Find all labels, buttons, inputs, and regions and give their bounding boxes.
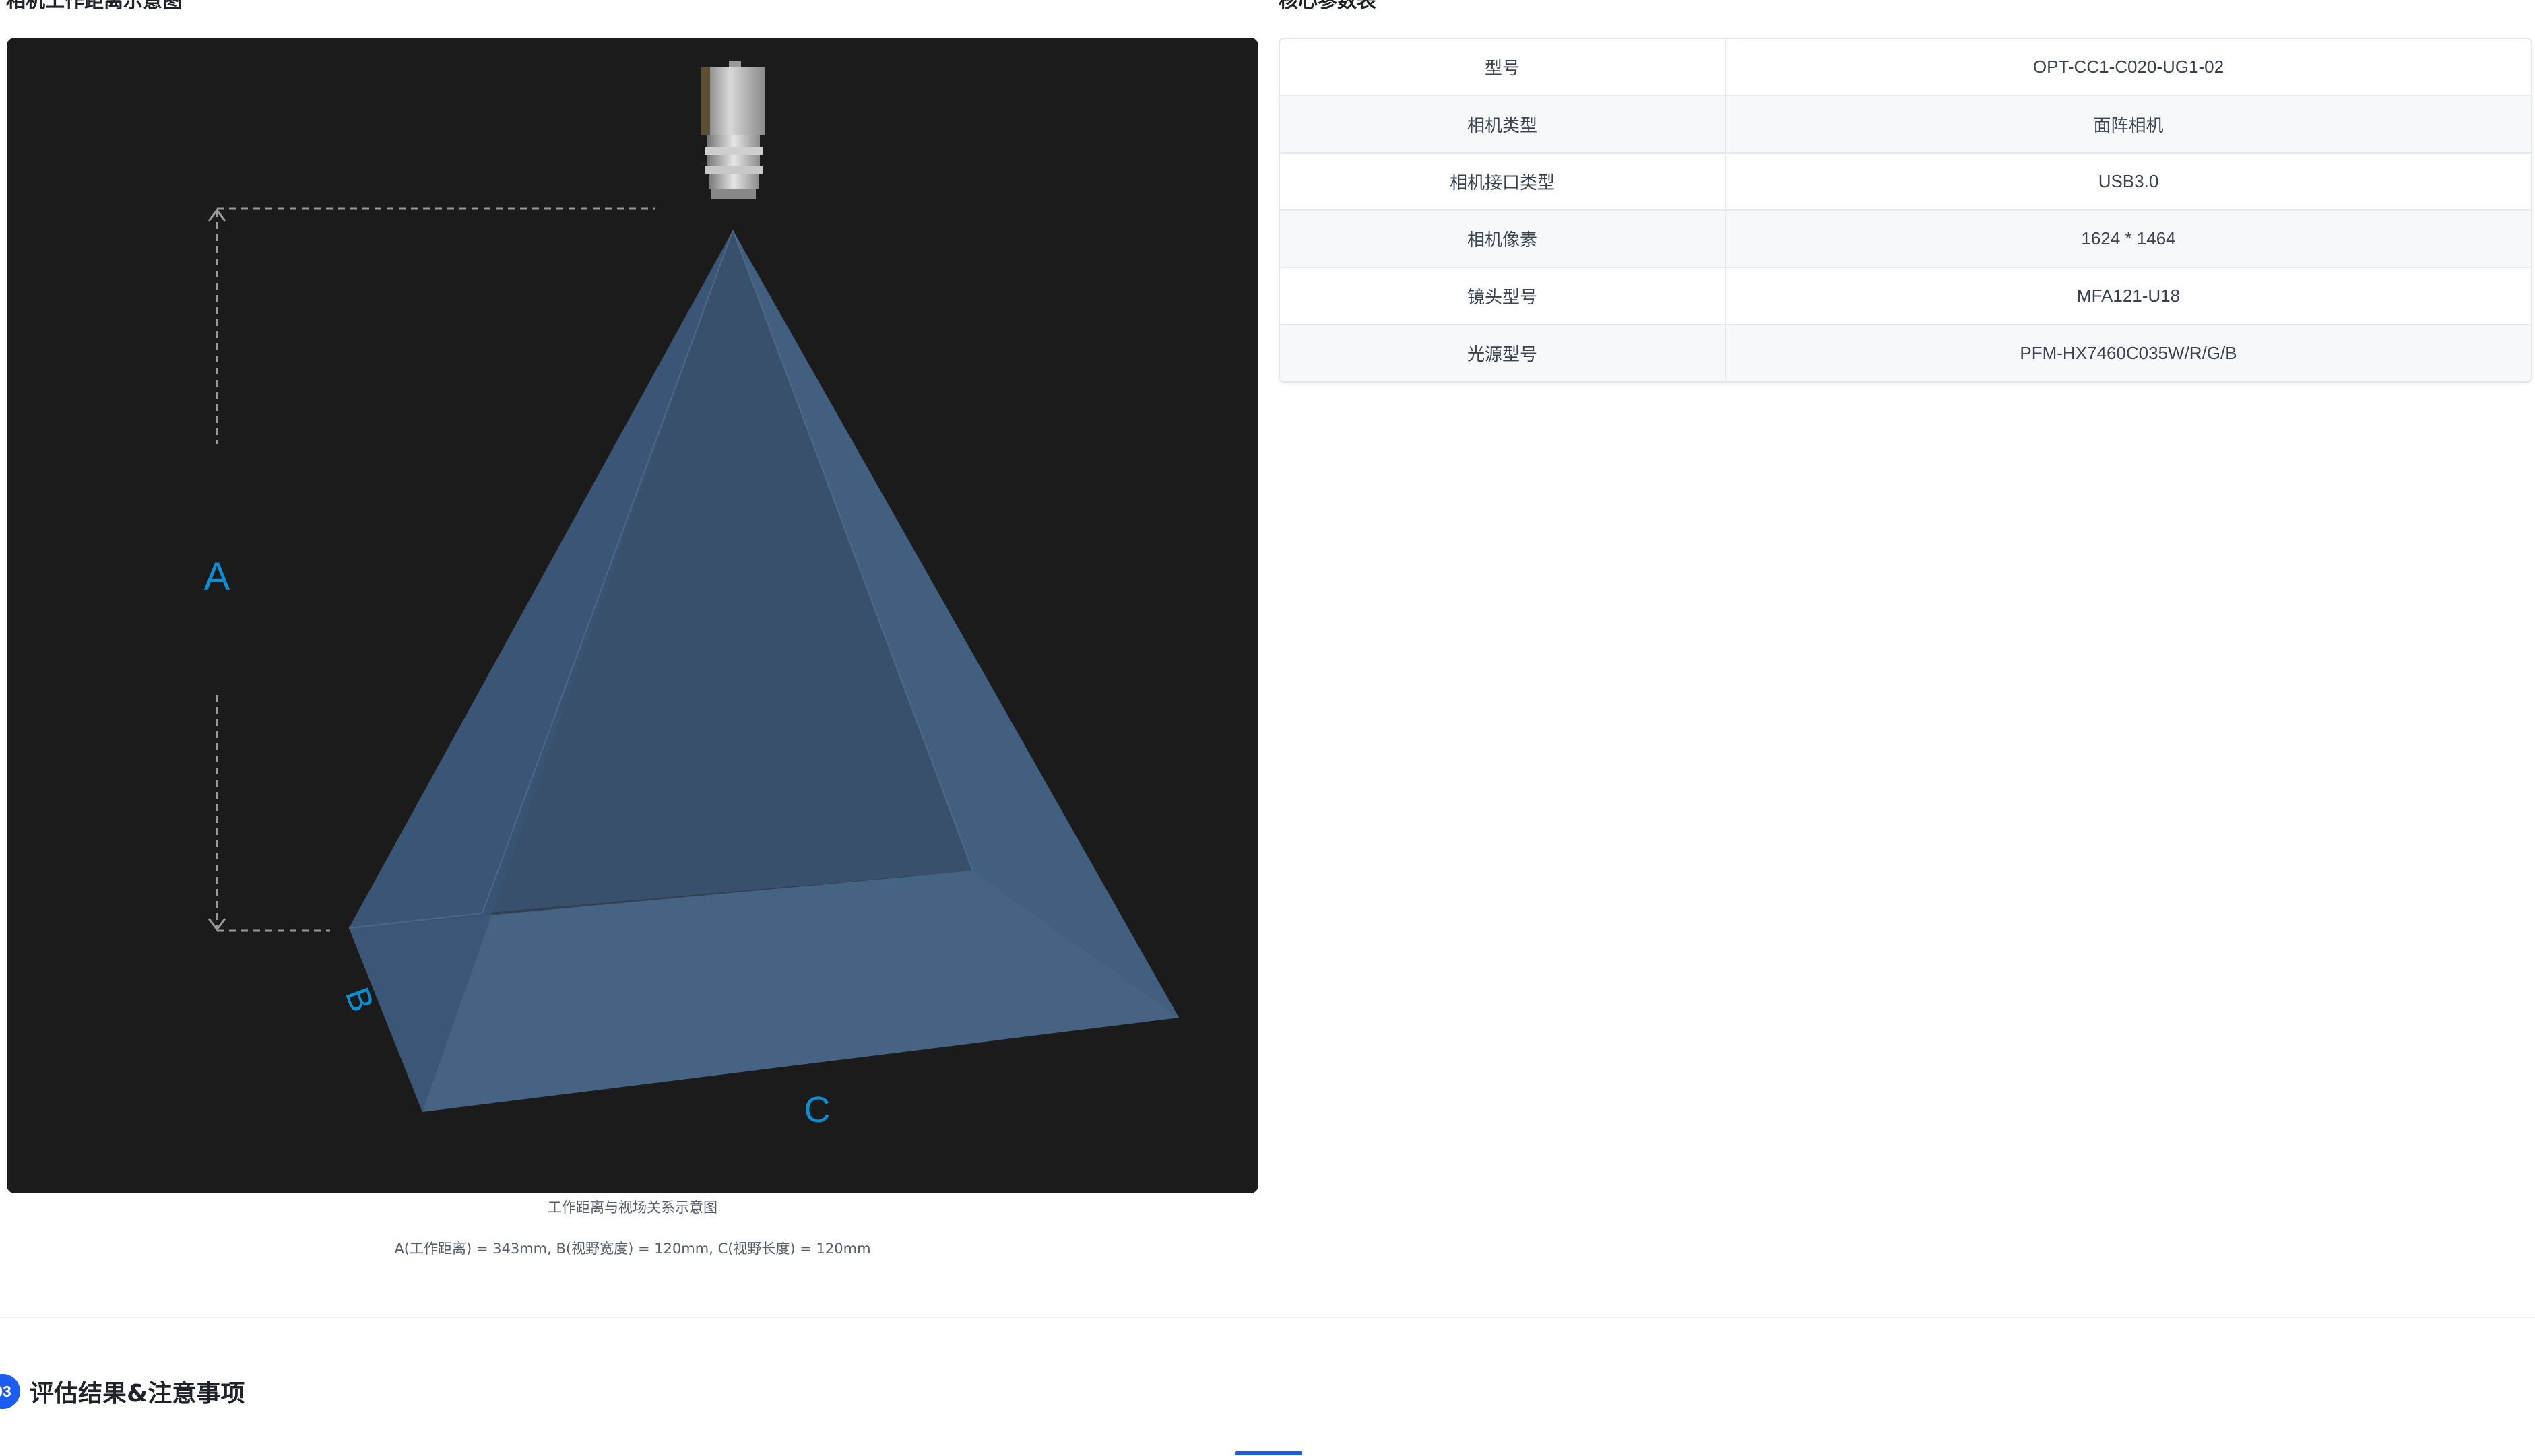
section-number-badge: 03 — [0, 1374, 20, 1409]
params-section-heading: 核心参数表 — [1279, 0, 1377, 12]
param-value: OPT-CC1-C020-UG1-02 — [2032, 57, 2224, 77]
label-c: C — [804, 1090, 831, 1130]
param-value: 面阵相机 — [2093, 115, 2164, 135]
param-label: 型号 — [1280, 39, 1726, 95]
diagram-svg: A B C — [204, 61, 1179, 1130]
field-of-view-pyramid — [348, 230, 1179, 1112]
section-divider — [0, 1317, 2535, 1318]
param-label: 相机类型 — [1280, 96, 1726, 152]
label-a: A — [204, 555, 230, 599]
table-row: 镜头型号 MFA121-U18 — [1280, 268, 2531, 325]
param-label: 光源型号 — [1280, 325, 1726, 381]
table-row: 光源型号 PFM-HX7460C035W/R/G/B — [1280, 325, 2531, 381]
param-value: 1624 * 1464 — [2081, 228, 2176, 249]
core-params-table: 型号 OPT-CC1-C020-UG1-02 相机类型 面阵相机 相机接口类型 … — [1279, 38, 2532, 383]
param-value: MFA121-U18 — [2076, 286, 2181, 306]
table-row: 型号 OPT-CC1-C020-UG1-02 — [1280, 39, 2531, 96]
param-label: 相机像素 — [1280, 211, 1726, 267]
diagram-section-heading: 相机工作距离示意图 — [6, 0, 183, 12]
section-03-title: 评估结果&注意事项 — [30, 1380, 245, 1408]
param-label: 相机接口类型 — [1280, 154, 1726, 209]
label-b: B — [338, 983, 381, 1017]
section-03-heading: 03 评估结果&注意事项 — [0, 1374, 245, 1409]
param-value: PFM-HX7460C035W/R/G/B — [2020, 343, 2237, 363]
param-value: USB3.0 — [2098, 171, 2159, 191]
diagram-caption-title: 工作距离与视场关系示意图 — [548, 1199, 717, 1216]
camera-icon — [701, 61, 765, 199]
working-distance-diagram: A B C — [7, 38, 1258, 1193]
table-row: 相机接口类型 USB3.0 — [1280, 154, 2531, 211]
tab-indicator[interactable] — [1235, 1451, 1302, 1455]
diagram-caption-detail: A(工作距离) = 343mm, B(视野宽度) = 120mm, C(视野长度… — [394, 1240, 871, 1257]
table-row: 相机类型 面阵相机 — [1280, 96, 2531, 154]
table-row: 相机像素 1624 * 1464 — [1280, 211, 2531, 268]
param-label: 镜头型号 — [1280, 268, 1726, 324]
